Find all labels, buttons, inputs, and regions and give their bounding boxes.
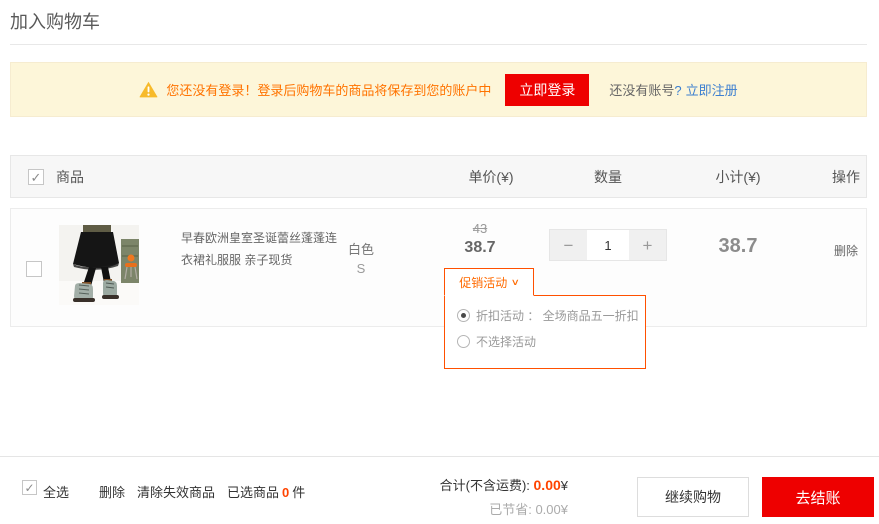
checkout-button[interactable]: 去结账 xyxy=(762,477,874,517)
cart-table-header: ✓ 商品 单价(¥) 数量 小计(¥) 操作 xyxy=(10,155,867,198)
header-quantity: 数量 xyxy=(558,156,658,197)
warning-icon xyxy=(139,81,158,98)
footer-divider xyxy=(0,456,879,457)
login-now-button[interactable]: 立即登录 xyxy=(505,74,589,106)
promo-trigger-label: 促销活动 xyxy=(459,274,507,291)
page-title: 加入购物车 xyxy=(10,8,100,34)
quantity-stepper: − + xyxy=(549,229,667,261)
select-all-footer-checkbox[interactable]: ✓ xyxy=(22,480,37,495)
item-subtotal: 38.7 xyxy=(683,235,793,258)
selected-count-text: 已选商品0件 xyxy=(227,482,305,501)
promo-dropdown-trigger[interactable]: 促销活动 ∨ xyxy=(444,268,534,296)
title-divider xyxy=(10,44,867,45)
quantity-increase-button[interactable]: + xyxy=(629,230,666,260)
login-notice-banner: 您还没有登录！登录后购物车的商品将保存到您的账户中 立即登录 还没有账号? 立即… xyxy=(10,62,867,117)
promo-option-none[interactable]: 不选择活动 xyxy=(457,333,645,350)
select-all-header-checkbox[interactable]: ✓ xyxy=(28,169,44,185)
chevron-down-icon: ∨ xyxy=(511,277,520,288)
register-now-link[interactable]: 立即注册 xyxy=(686,80,738,99)
radio-selected-icon[interactable] xyxy=(457,309,470,322)
promo-dropdown-panel: 折扣活动 ： 全场商品五一折扣 不选择活动 xyxy=(444,295,646,369)
header-unit-price: 单价(¥) xyxy=(441,156,541,197)
total-value: 0.00 xyxy=(534,477,561,493)
question-mark: ? xyxy=(674,83,681,98)
totals-block: 合计(不含运费): 0.00¥ 已节省: 0.00¥ xyxy=(420,473,568,522)
no-account-text: 还没有账号? xyxy=(609,80,681,99)
quantity-input[interactable] xyxy=(587,230,629,260)
promo-option-label: 不选择活动 xyxy=(476,333,536,350)
clear-invalid-link[interactable]: 清除失效商品 xyxy=(137,482,215,501)
cart-item-row: 早春欧洲皇室圣诞蕾丝蓬蓬连衣裙礼服服 亲子现货 白色 S 43 38.7 促销活… xyxy=(10,208,867,327)
product-image[interactable] xyxy=(59,225,139,305)
promo-option-discount[interactable]: 折扣活动 ： 全场商品五一折扣 xyxy=(457,307,645,324)
check-icon: ✓ xyxy=(31,171,42,184)
header-action: 操作 xyxy=(796,156,879,197)
header-subtotal: 小计(¥) xyxy=(688,156,788,197)
total-line: 合计(不含运费): 0.00¥ xyxy=(420,473,568,498)
promo-option-label: 折扣活动 ： 全场商品五一折扣 xyxy=(476,307,639,324)
quantity-decrease-button[interactable]: − xyxy=(550,230,587,260)
item-checkbox[interactable] xyxy=(26,261,42,277)
original-price: 43 xyxy=(430,221,530,236)
footer-delete-link[interactable]: 删除 xyxy=(99,482,125,501)
select-all-label[interactable]: 全选 xyxy=(43,482,69,501)
saved-line: 已节省: 0.00¥ xyxy=(420,498,568,522)
login-warning-text: 您还没有登录！登录后购物车的商品将保存到您的账户中 xyxy=(166,80,491,99)
sku-color: 白色 xyxy=(311,239,411,258)
radio-unselected-icon[interactable] xyxy=(457,335,470,348)
continue-shopping-button[interactable]: 继续购物 xyxy=(637,477,749,517)
selected-count-value: 0 xyxy=(282,485,289,500)
check-icon: ✓ xyxy=(24,482,34,494)
header-product: 商品 xyxy=(56,156,84,197)
delete-item-link[interactable]: 删除 xyxy=(796,242,879,259)
current-price: 38.7 xyxy=(430,239,530,257)
shopping-cart-page: 加入购物车 您还没有登录！登录后购物车的商品将保存到您的账户中 立即登录 还没有… xyxy=(0,0,879,524)
sku-size: S xyxy=(311,261,411,276)
